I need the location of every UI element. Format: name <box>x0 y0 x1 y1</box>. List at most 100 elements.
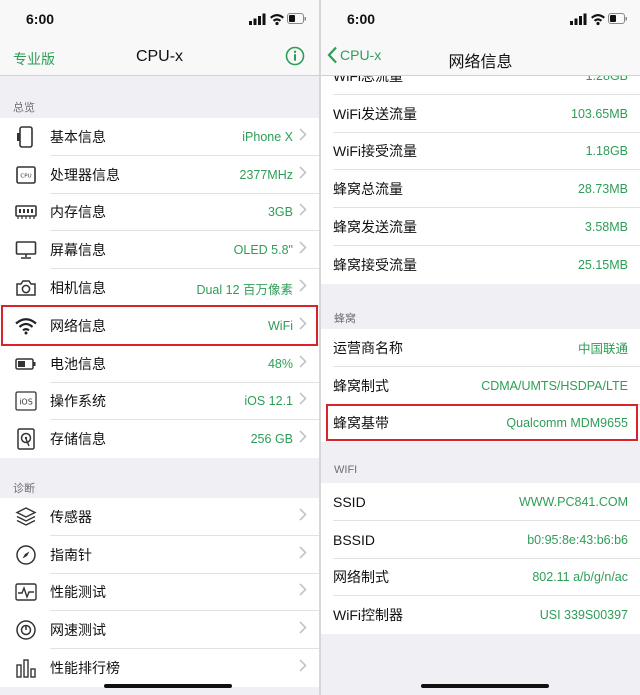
chevron-right-icon <box>293 166 313 184</box>
compass-icon <box>14 543 38 567</box>
status-bar: 6:00 <box>321 0 640 40</box>
row-label: 处理器信息 <box>50 166 120 183</box>
status-icons <box>570 12 628 31</box>
row-bssid: BSSID b0:95:8e:43:b6:b6 <box>321 521 640 559</box>
chevron-right-icon <box>293 546 313 564</box>
page-title: CPU-x <box>135 48 184 65</box>
row-value: CDMA/UMTS/HSDPA/LTE <box>481 378 628 393</box>
chevron-right-icon <box>293 241 313 259</box>
row-label: 蜂窝总流量 <box>333 181 403 198</box>
nav-bar: 专业版 CPU-x <box>0 40 319 76</box>
row-value: iPhone X <box>242 129 293 144</box>
chevron-right-icon <box>293 583 313 601</box>
row-value: OLED 5.8" <box>233 243 293 258</box>
row-label: WiFi控制器 <box>333 607 403 624</box>
row-basic-info[interactable]: 基本信息 iPhone X <box>0 118 319 156</box>
signal-wifi-battery-icon <box>570 13 627 26</box>
row-label: 指南针 <box>50 546 92 563</box>
row-label: BSSID <box>333 531 376 548</box>
row-value: b0:95:8e:43:b6:b6 <box>527 532 628 547</box>
chevron-right-icon <box>293 621 313 639</box>
home-indicator[interactable] <box>421 684 549 688</box>
section-header-wifi: WIFI <box>334 464 358 476</box>
row-label: 网络信息 <box>50 317 106 334</box>
row-value: 256 GB <box>250 432 293 447</box>
home-indicator[interactable] <box>104 684 232 688</box>
chevron-right-icon <box>293 430 313 448</box>
row-os-info[interactable]: iOS 操作系统 iOS 12.1 <box>0 383 319 421</box>
phone-icon <box>14 125 38 149</box>
row-value: Qualcomm MDM9655 <box>506 416 628 431</box>
row-performance-test[interactable]: 性能测试 <box>0 574 319 612</box>
row-value: 2377MHz <box>239 167 294 182</box>
svg-text:CPU: CPU <box>20 173 31 179</box>
ios-icon: iOS <box>14 389 38 413</box>
row-ssid: SSID WWW.PC841.COM <box>321 483 640 521</box>
row-value: Dual 12 百万像素 <box>196 282 293 297</box>
row-label: 基本信息 <box>50 128 106 145</box>
monitor-icon <box>14 238 38 262</box>
row-performance-ranking[interactable]: 性能排行榜 <box>0 649 319 687</box>
row-label: 蜂窝基带 <box>333 415 389 432</box>
row-value: 3.58MB <box>584 220 628 235</box>
info-button[interactable] <box>285 46 305 71</box>
row-label: SSID <box>333 493 366 510</box>
row-memory-info[interactable]: 内存信息 3GB <box>0 194 319 232</box>
row-camera-info[interactable]: 相机信息 Dual 12 百万像素 <box>0 269 319 307</box>
row-label: 性能排行榜 <box>50 660 120 677</box>
row-value: 3GB <box>267 205 293 220</box>
chevron-right-icon <box>293 279 313 297</box>
cellular-list: 运营商名称 中国联通 蜂窝制式 CDMA/UMTS/HSDPA/LTE 蜂窝基带… <box>321 329 640 443</box>
chevron-right-icon <box>293 128 313 146</box>
chevron-right-icon <box>293 508 313 526</box>
row-wifi-received: WiFi接受流量 1.18GB <box>321 133 640 171</box>
row-label: 蜂窝发送流量 <box>333 219 417 236</box>
traffic-list: WiFi总流量 1.28GB WiFi发送流量 103.65MB WiFi接受流… <box>321 57 640 284</box>
row-wifi-controller: WiFi控制器 USI 339S00397 <box>321 596 640 634</box>
row-sensors[interactable]: 传感器 <box>0 498 319 536</box>
row-carrier: 运营商名称 中国联通 <box>321 329 640 367</box>
row-wifi-sent: WiFi发送流量 103.65MB <box>321 95 640 133</box>
row-value: 802.11 a/b/g/n/ac <box>532 570 628 585</box>
row-value: WWW.PC841.COM <box>518 494 628 509</box>
row-storage-info[interactable]: 存储信息 256 GB <box>0 420 319 458</box>
status-icons <box>249 12 307 31</box>
row-cellular-total: 蜂窝总流量 28.73MB <box>321 170 640 209</box>
row-label: 蜂窝接受流量 <box>333 256 417 273</box>
row-label: 相机信息 <box>50 280 106 297</box>
page-title: 网络信息 <box>448 54 513 71</box>
overview-list: 基本信息 iPhone X CPU 处理器信息 2377MHz 内存信息 3GB… <box>0 118 319 459</box>
row-value: iOS 12.1 <box>244 394 293 409</box>
row-label: 电池信息 <box>50 355 106 372</box>
chevron-right-icon <box>293 659 313 677</box>
chevron-right-icon <box>293 355 313 373</box>
row-label: 屏幕信息 <box>50 242 106 259</box>
row-value: 28.73MB <box>577 182 628 197</box>
row-speed-test[interactable]: 网速测试 <box>0 611 319 650</box>
row-value: 1.18GB <box>585 144 628 159</box>
nav-bar: CPU-x 网络信息 <box>321 40 640 76</box>
pulse-icon <box>14 580 38 604</box>
row-cpu-info[interactable]: CPU 处理器信息 2377MHz <box>0 156 319 194</box>
row-network-info[interactable]: 网络信息 WiFi <box>0 307 319 345</box>
row-battery-info[interactable]: 电池信息 48% <box>0 345 319 383</box>
wifi-icon <box>14 314 38 338</box>
chevron-right-icon <box>293 203 313 221</box>
row-label: WiFi发送流量 <box>333 105 417 122</box>
info-icon <box>285 46 305 66</box>
row-cellular-sent: 蜂窝发送流量 3.58MB <box>321 208 640 246</box>
row-label: 运营商名称 <box>333 339 403 356</box>
layers-icon <box>14 505 38 529</box>
speed-icon <box>14 618 38 642</box>
storage-icon <box>14 427 38 451</box>
row-value: 48% <box>267 356 293 371</box>
row-compass[interactable]: 指南针 <box>0 536 319 574</box>
chevron-right-icon <box>293 317 313 335</box>
row-screen-info[interactable]: 屏幕信息 OLED 5.8" <box>0 231 319 270</box>
diagnostics-list: 传感器 指南针 性能测试 网速测试 性能排行榜 <box>0 498 319 687</box>
section-header-diagnostics: 诊断 <box>13 483 35 495</box>
row-value: 中国联通 <box>577 342 628 357</box>
row-cellular-received: 蜂窝接受流量 25.15MB <box>321 246 640 284</box>
status-time: 6:00 <box>347 11 376 27</box>
battery-icon <box>14 352 38 376</box>
